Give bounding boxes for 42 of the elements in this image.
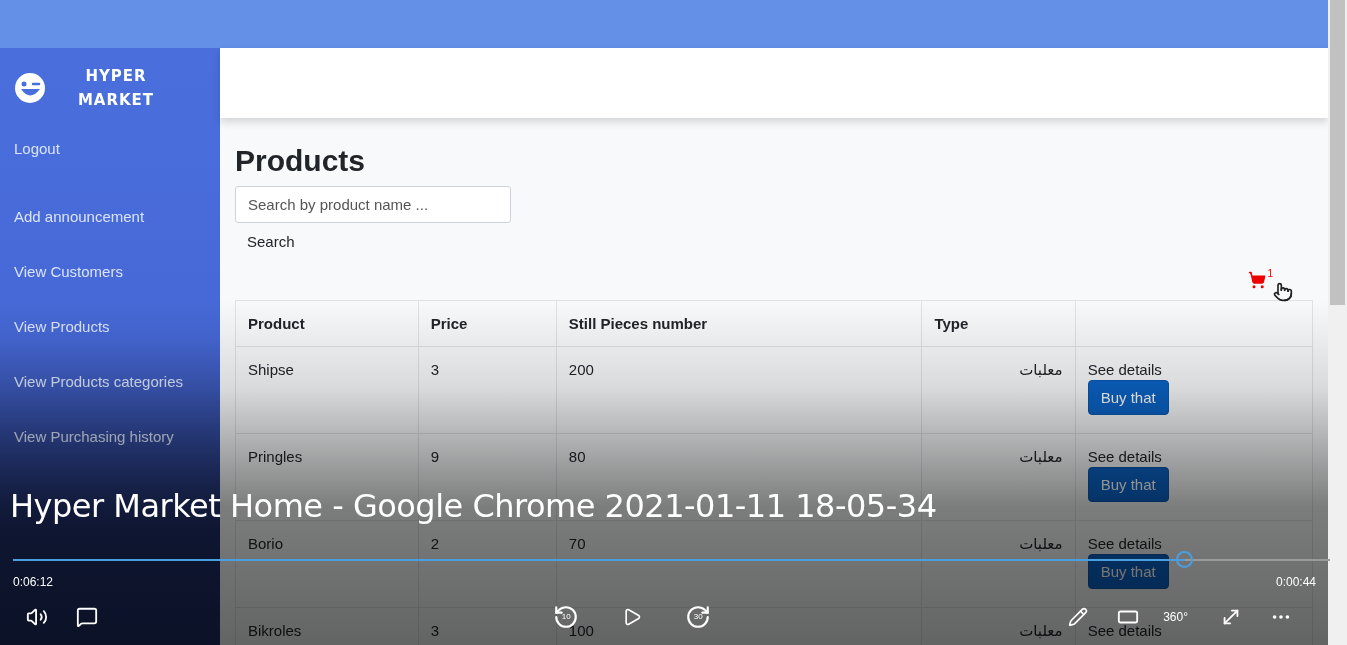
table-cell: Bikroles <box>235 607 419 645</box>
volume-icon[interactable] <box>26 606 48 628</box>
table-cell: معلبات <box>921 346 1076 434</box>
page-title: Products <box>235 144 367 178</box>
winking-face-icon <box>14 72 46 104</box>
sidebar-link[interactable]: View Customers <box>14 263 123 283</box>
buy-button[interactable]: Buy that <box>1087 554 1169 589</box>
details-link[interactable]: See details <box>1087 448 1300 465</box>
scrollbar[interactable] <box>1328 0 1347 645</box>
pointer-icon <box>1273 282 1293 302</box>
search-field[interactable]: Search by product name ... <box>235 186 511 223</box>
sidebar-link[interactable]: Add announcement <box>14 208 145 228</box>
buy-button[interactable]: Buy that <box>1087 380 1169 415</box>
captions-icon[interactable] <box>76 606 98 628</box>
search-button[interactable]: Search <box>235 223 307 260</box>
buy-button[interactable]: Buy that <box>1087 467 1169 502</box>
cart-icon[interactable] <box>1248 271 1267 289</box>
rewind-seconds: 10 <box>561 612 571 621</box>
cart-count: 1 <box>1267 268 1273 279</box>
column-header: Price <box>418 300 557 347</box>
sidebar-link[interactable]: View Products categories <box>14 373 183 393</box>
details-link[interactable]: See details <box>1087 535 1300 552</box>
sidebar-link[interactable]: View Products <box>14 318 110 338</box>
column-header: Type <box>921 300 1076 347</box>
column-header: Product <box>235 300 419 347</box>
pencil-icon[interactable] <box>1068 607 1089 627</box>
forward-icon[interactable] <box>685 604 712 630</box>
vr-button[interactable]: 360° <box>1163 610 1188 624</box>
play-icon[interactable] <box>622 607 643 627</box>
details-link[interactable]: See details <box>1087 622 1300 639</box>
table-cell: 200 <box>556 346 922 434</box>
remaining-time: 0:00:44 <box>1275 575 1316 589</box>
forward-seconds: 30 <box>693 612 703 621</box>
sidebar-link[interactable]: View Purchasing history <box>14 428 174 448</box>
table-cell: 3 <box>418 346 557 434</box>
details-link[interactable]: See details <box>1087 361 1300 378</box>
column-header: Still Pieces number <box>556 300 922 347</box>
progress-thumb[interactable] <box>1176 551 1194 568</box>
sidebar-link[interactable]: Logout <box>14 140 60 160</box>
brand-title: HYPER MARKET <box>76 66 156 111</box>
table-cell: Shipse <box>235 346 419 434</box>
elapsed-time: 0:06:12 <box>13 575 54 589</box>
